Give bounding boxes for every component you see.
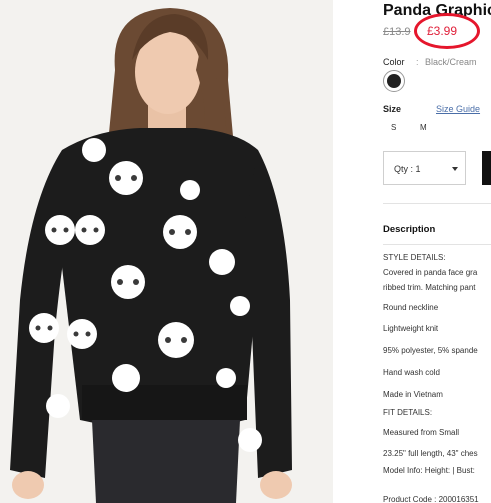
caret-down-icon (452, 167, 458, 171)
description-line: 23.25" full length, 43" ches (383, 449, 478, 458)
size-guide-link[interactable]: Size Guide (436, 104, 480, 114)
color-label: Color (383, 57, 405, 67)
description-line: 95% polyester, 5% spande (383, 346, 478, 355)
product-image[interactable] (0, 0, 333, 503)
size-option-s[interactable]: S (391, 123, 396, 132)
description-heading: Description (383, 224, 436, 235)
color-swatch-black[interactable] (383, 70, 405, 92)
quantity-value: Qty : 1 (394, 164, 421, 174)
description-line: Lightweight knit (383, 324, 439, 333)
size-label: Size (383, 104, 402, 114)
description-line: Measured from Small (383, 428, 460, 437)
description-line: Hand wash cold (383, 368, 440, 377)
original-price: £13.9 (383, 26, 411, 38)
description-line: STYLE DETAILS: (383, 253, 446, 262)
description-line: ribbed trim. Matching pant (383, 283, 476, 292)
size-option-m[interactable]: M (420, 123, 427, 132)
description-line: FIT DETAILS: (383, 408, 433, 417)
add-to-bag-button[interactable] (482, 151, 491, 185)
color-value: Black/Cream (425, 57, 477, 67)
swatch-fill (387, 74, 401, 88)
price-highlight-circle (414, 13, 480, 49)
color-separator: : (416, 57, 419, 67)
product-info-panel: Panda Graphic £13.9 £3.99 Color : Black/… (383, 0, 491, 503)
quantity-select[interactable]: Qty : 1 (383, 151, 466, 185)
description-line: Model Info: Height: | Bust: (383, 466, 475, 475)
description-line: Round neckline (383, 303, 439, 312)
description-line: Covered in panda face gra (383, 268, 478, 277)
product-code: Product Code : 200016351 (383, 495, 479, 503)
divider (383, 203, 491, 204)
divider (383, 244, 491, 245)
description-line: Made in Vietnam (383, 390, 443, 399)
